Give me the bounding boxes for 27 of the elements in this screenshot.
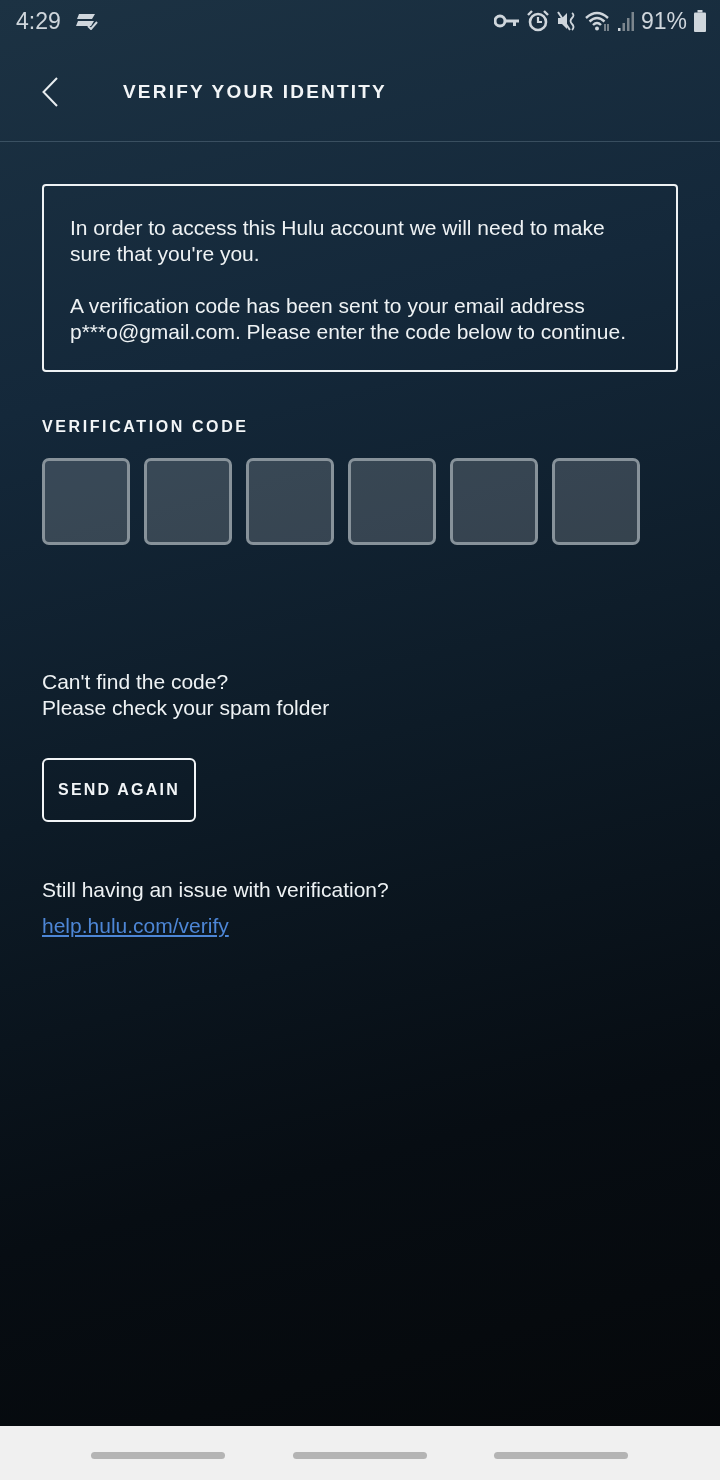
- code-digit-field[interactable]: [450, 458, 538, 545]
- battery-percent: 91%: [640, 7, 687, 35]
- wifi-icon: [584, 10, 611, 32]
- back-chevron-icon: [42, 76, 58, 107]
- resend-hint-text: Please check your spam folder: [42, 695, 330, 721]
- signal-icon: [617, 11, 634, 31]
- page-title: VERIFY YOUR IDENTITY: [123, 80, 387, 103]
- help-question-text: Still having an issue with verification?: [42, 877, 389, 903]
- code-digit-field[interactable]: [348, 458, 436, 545]
- status-time: 4:29: [16, 7, 61, 35]
- notification-icon: [74, 12, 99, 30]
- info-paragraph: A verification code has been sent to your email address p***o@gmail.com. Please enter the code below to continue.: [70, 293, 627, 345]
- alarm-icon: [526, 10, 549, 32]
- recent-apps-pill-icon[interactable]: [91, 1451, 225, 1459]
- verification-code-label: VERIFICATION CODE: [42, 418, 249, 436]
- back-pill-icon[interactable]: [494, 1451, 628, 1459]
- code-digit-field[interactable]: [552, 458, 640, 545]
- code-digit-field[interactable]: [246, 458, 334, 545]
- battery-icon: [694, 10, 706, 32]
- help-link[interactable]: help.hulu.com/verify: [42, 913, 229, 939]
- home-pill-icon[interactable]: [292, 1451, 427, 1459]
- code-digit-field[interactable]: [42, 458, 130, 545]
- resend-hint-text: Can't find the code?: [42, 669, 230, 695]
- info-paragraph: In order to access this Hulu account we will need to make sure that you're you.: [70, 215, 606, 267]
- send-again-button[interactable]: SEND AGAIN: [42, 758, 196, 822]
- key-icon: [493, 14, 520, 28]
- code-digit-field[interactable]: [144, 458, 232, 545]
